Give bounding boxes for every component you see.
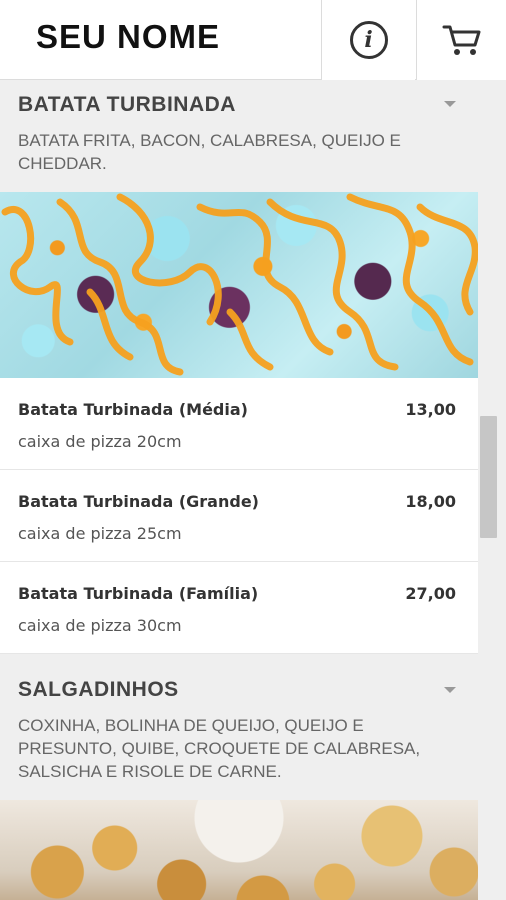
- menu-item[interactable]: Batata Turbinada (Grande) 18,00 caixa de…: [0, 470, 478, 562]
- info-icon: i: [349, 21, 388, 59]
- menu-item[interactable]: Batata Turbinada (Média) 13,00 caixa de …: [0, 378, 478, 470]
- scrollbar-thumb[interactable]: [480, 416, 497, 538]
- category-title: SALGADINHOS: [18, 678, 179, 701]
- category-image-salgadinhos: [0, 800, 478, 900]
- chevron-down-icon[interactable]: [444, 687, 456, 693]
- menu-content[interactable]: BATATA TURBINADA BATATA FRITA, BACON, CA…: [0, 80, 478, 900]
- cart-button[interactable]: [416, 0, 506, 80]
- item-price: 13,00: [405, 400, 456, 419]
- item-description: caixa de pizza 30cm: [18, 616, 182, 635]
- menu-item[interactable]: Batata Turbinada (Família) 27,00 caixa d…: [0, 562, 478, 654]
- item-description: caixa de pizza 20cm: [18, 432, 182, 451]
- item-name: Batata Turbinada (Média): [18, 400, 248, 419]
- item-name: Batata Turbinada (Família): [18, 584, 259, 603]
- category-description: COXINHA, BOLINHA DE QUEIJO, QUEIJO E PRE…: [18, 716, 421, 781]
- cart-icon: [442, 25, 480, 55]
- info-button[interactable]: i: [321, 0, 415, 80]
- brand-title: SEU NOME: [36, 18, 221, 55]
- category-description: BATATA FRITA, BACON, CALABRESA, QUEIJO E…: [18, 131, 401, 173]
- category-header-salgadinhos[interactable]: SALGADINHOS COXINHA, BOLINHA DE QUEIJO, …: [0, 654, 478, 800]
- chevron-down-icon[interactable]: [444, 101, 456, 107]
- item-description: caixa de pizza 25cm: [18, 524, 182, 543]
- category-title: BATATA TURBINADA: [18, 93, 236, 116]
- category-image-batata: [0, 192, 478, 378]
- category-header-batata[interactable]: BATATA TURBINADA BATATA FRITA, BACON, CA…: [0, 80, 478, 192]
- item-name: Batata Turbinada (Grande): [18, 492, 259, 511]
- item-price: 27,00: [405, 584, 456, 603]
- app-header: SEU NOME i: [0, 0, 506, 80]
- item-price: 18,00: [405, 492, 456, 511]
